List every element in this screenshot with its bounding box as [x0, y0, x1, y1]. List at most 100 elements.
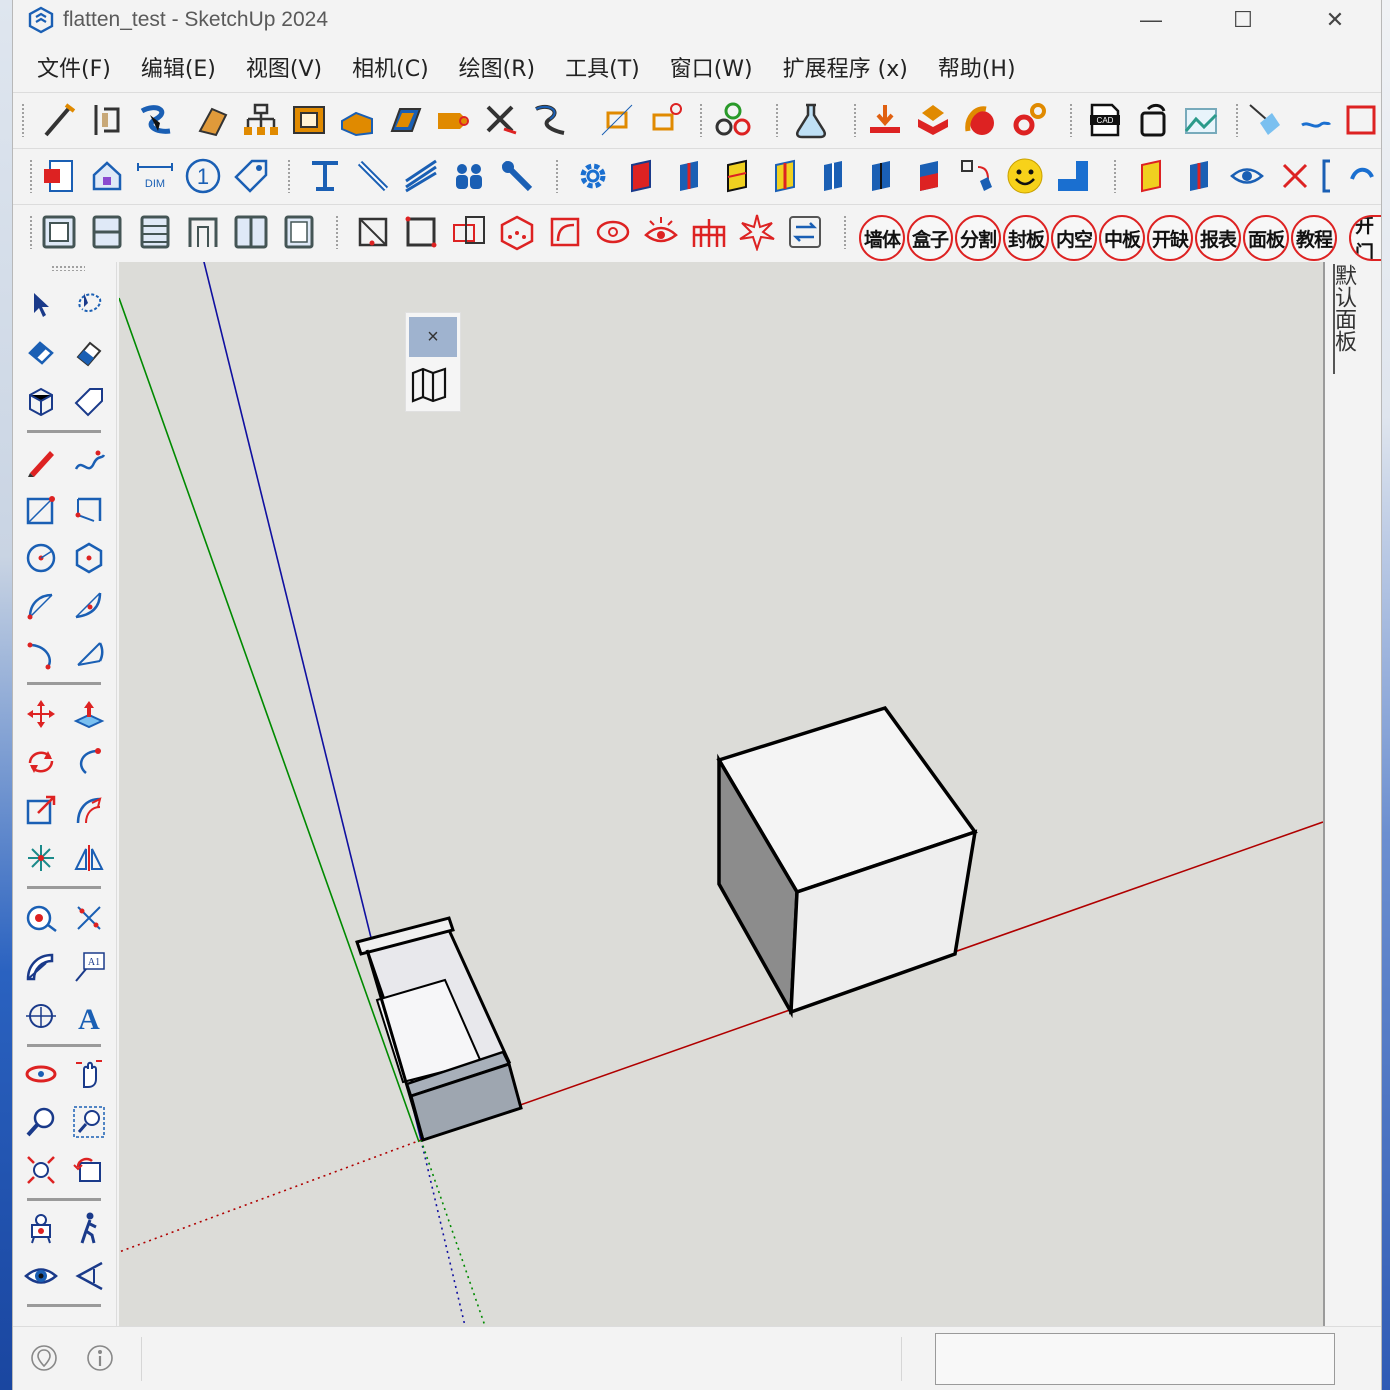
seal-panel-button[interactable]: 封板 — [1003, 215, 1049, 261]
offset-rect-icon[interactable] — [449, 212, 489, 252]
eye-rays-icon[interactable] — [641, 212, 681, 252]
paint-bucket-tool-icon[interactable] — [21, 332, 61, 372]
measurements-input[interactable] — [935, 1333, 1335, 1385]
toolbar-grip[interactable] — [1235, 103, 1239, 137]
select-box-icon[interactable] — [353, 212, 393, 252]
gear-cog-icon[interactable] — [1009, 100, 1049, 140]
zoom-tool-icon[interactable] — [21, 1102, 61, 1142]
rectangle-tool-icon[interactable] — [401, 212, 441, 252]
light-beam-icon[interactable] — [1245, 100, 1285, 140]
cabinet-model[interactable] — [355, 916, 523, 1142]
panel-split-icon[interactable] — [813, 156, 853, 196]
tutorial-button[interactable]: 教程 — [1291, 215, 1337, 261]
title-bar[interactable]: flatten_test - SketchUp 2024 — ☐ ✕ — [13, 0, 1381, 40]
delete-x-icon[interactable] — [1275, 156, 1315, 196]
three-point-arc-icon[interactable] — [21, 634, 61, 674]
spiral-icon[interactable] — [593, 212, 633, 252]
dimension-icon[interactable]: DIM — [135, 156, 175, 196]
arc-tool-icon[interactable] — [21, 586, 61, 626]
link-icon[interactable] — [1345, 156, 1385, 196]
house-icon[interactable] — [87, 156, 127, 196]
scissors-icon[interactable] — [481, 100, 521, 140]
middle-panel-button[interactable]: 中板 — [1099, 215, 1145, 261]
credits-info-icon[interactable] — [85, 1343, 115, 1373]
layout-import-icon[interactable] — [865, 100, 905, 140]
cube-dots-icon[interactable] — [497, 212, 537, 252]
stairs-icon[interactable] — [401, 156, 441, 196]
swap-components-icon[interactable] — [957, 156, 997, 196]
freehand-icon[interactable] — [69, 442, 109, 482]
stack-icon[interactable] — [913, 100, 953, 140]
push-pull-icon[interactable] — [337, 100, 377, 140]
split-button[interactable]: 分割 — [955, 215, 1001, 261]
panel-close-button[interactable]: × — [409, 317, 457, 357]
render-ball-icon[interactable] — [961, 100, 1001, 140]
previous-view-icon[interactable] — [69, 1150, 109, 1190]
report-button[interactable]: 报表 — [1195, 215, 1241, 261]
swap-arrows-icon[interactable] — [785, 212, 825, 252]
box-view-arch-icon[interactable] — [183, 212, 223, 252]
orbit-tool-icon[interactable] — [21, 1054, 61, 1094]
flip-tool-icon[interactable] — [69, 838, 109, 878]
open-door-button[interactable]: 开门 — [1349, 215, 1381, 261]
label-tool-icon[interactable]: A1 — [69, 948, 109, 988]
box-view-back-icon[interactable] — [279, 212, 319, 252]
eye-icon[interactable] — [1227, 156, 1267, 196]
follow-me-tool-icon[interactable] — [69, 742, 109, 782]
section-plane-tool-icon[interactable] — [69, 1256, 109, 1296]
tape-measure-icon[interactable] — [433, 100, 473, 140]
rotate-tool-icon[interactable] — [21, 742, 61, 782]
components-hex-icon[interactable] — [713, 100, 753, 140]
zoom-extents-icon[interactable] — [21, 1150, 61, 1190]
position-texture-icon[interactable] — [21, 838, 61, 878]
box-view-front-icon[interactable] — [39, 212, 79, 252]
pie-tool-icon[interactable] — [69, 634, 109, 674]
panel-button[interactable]: 面板 — [1243, 215, 1289, 261]
toolbar-grip[interactable] — [21, 103, 25, 137]
menu-view[interactable]: 视图(V) — [234, 51, 334, 83]
rotated-rect-icon[interactable] — [69, 490, 109, 530]
sandbox-path-icon[interactable] — [529, 100, 569, 140]
fence-icon[interactable] — [689, 212, 729, 252]
wrench-icon[interactable] — [497, 156, 537, 196]
box-button[interactable]: 盒子 — [907, 215, 953, 261]
beam-icon[interactable] — [353, 156, 393, 196]
make-component-icon[interactable] — [21, 382, 61, 422]
pencil-line-icon[interactable] — [21, 442, 61, 482]
toolbar-grip[interactable] — [287, 159, 291, 193]
polygon-tool-icon[interactable] — [69, 538, 109, 578]
circle-tool-icon[interactable] — [21, 538, 61, 578]
excel-export-icon[interactable] — [39, 156, 79, 196]
cabinet-blue-icon[interactable] — [1179, 156, 1219, 196]
box-view-drawers-icon[interactable] — [87, 212, 127, 252]
wall-button[interactable]: 墙体 — [859, 215, 905, 261]
two-point-arc-icon[interactable] — [69, 586, 109, 626]
rotate-view-icon[interactable] — [1133, 100, 1173, 140]
toolbar-grip[interactable] — [555, 159, 559, 193]
inner-space-button[interactable]: 内空 — [1051, 215, 1097, 261]
look-around-icon[interactable] — [21, 1256, 61, 1296]
offset-icon[interactable] — [289, 100, 329, 140]
panel-blue-icon[interactable] — [669, 156, 709, 196]
maximize-button[interactable]: ☐ — [1197, 0, 1289, 40]
line-tool-icon[interactable] — [39, 100, 79, 140]
starburst-icon[interactable] — [737, 212, 777, 252]
scale-tool-icon[interactable] — [21, 790, 61, 830]
menu-tools[interactable]: 工具(T) — [553, 51, 652, 83]
minimize-button[interactable]: — — [1105, 0, 1197, 40]
flask-icon[interactable] — [791, 100, 831, 140]
section-plane-icon[interactable] — [87, 100, 127, 140]
close-button[interactable]: ✕ — [1289, 0, 1381, 40]
folded-map-icon[interactable] — [409, 365, 457, 409]
column-icon[interactable] — [305, 156, 345, 196]
smiley-icon[interactable] — [1005, 156, 1045, 196]
select-arrow-icon[interactable] — [21, 284, 61, 324]
palette-grip[interactable] — [51, 265, 85, 271]
toolbar-grip[interactable] — [699, 103, 703, 137]
menu-window[interactable]: 窗口(W) — [658, 51, 765, 83]
panel-red-icon[interactable] — [621, 156, 661, 196]
notch-button[interactable]: 开缺 — [1147, 215, 1193, 261]
circle-one-icon[interactable]: 1 — [183, 156, 223, 196]
panel-divider-icon[interactable] — [765, 156, 805, 196]
toolbar-grip[interactable] — [1113, 159, 1117, 193]
